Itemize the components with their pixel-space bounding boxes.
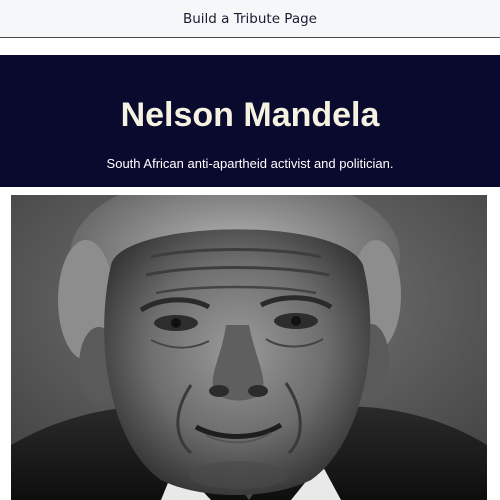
- spacer: [0, 38, 500, 55]
- main-title: Nelson Mandela: [120, 96, 380, 134]
- tribute-image: [11, 195, 487, 500]
- top-bar: Build a Tribute Page: [0, 0, 500, 38]
- subtitle: South African anti-apartheid activist an…: [106, 156, 394, 171]
- page-tab-title: Build a Tribute Page: [182, 11, 317, 27]
- portrait-photo-illustration: [11, 195, 487, 500]
